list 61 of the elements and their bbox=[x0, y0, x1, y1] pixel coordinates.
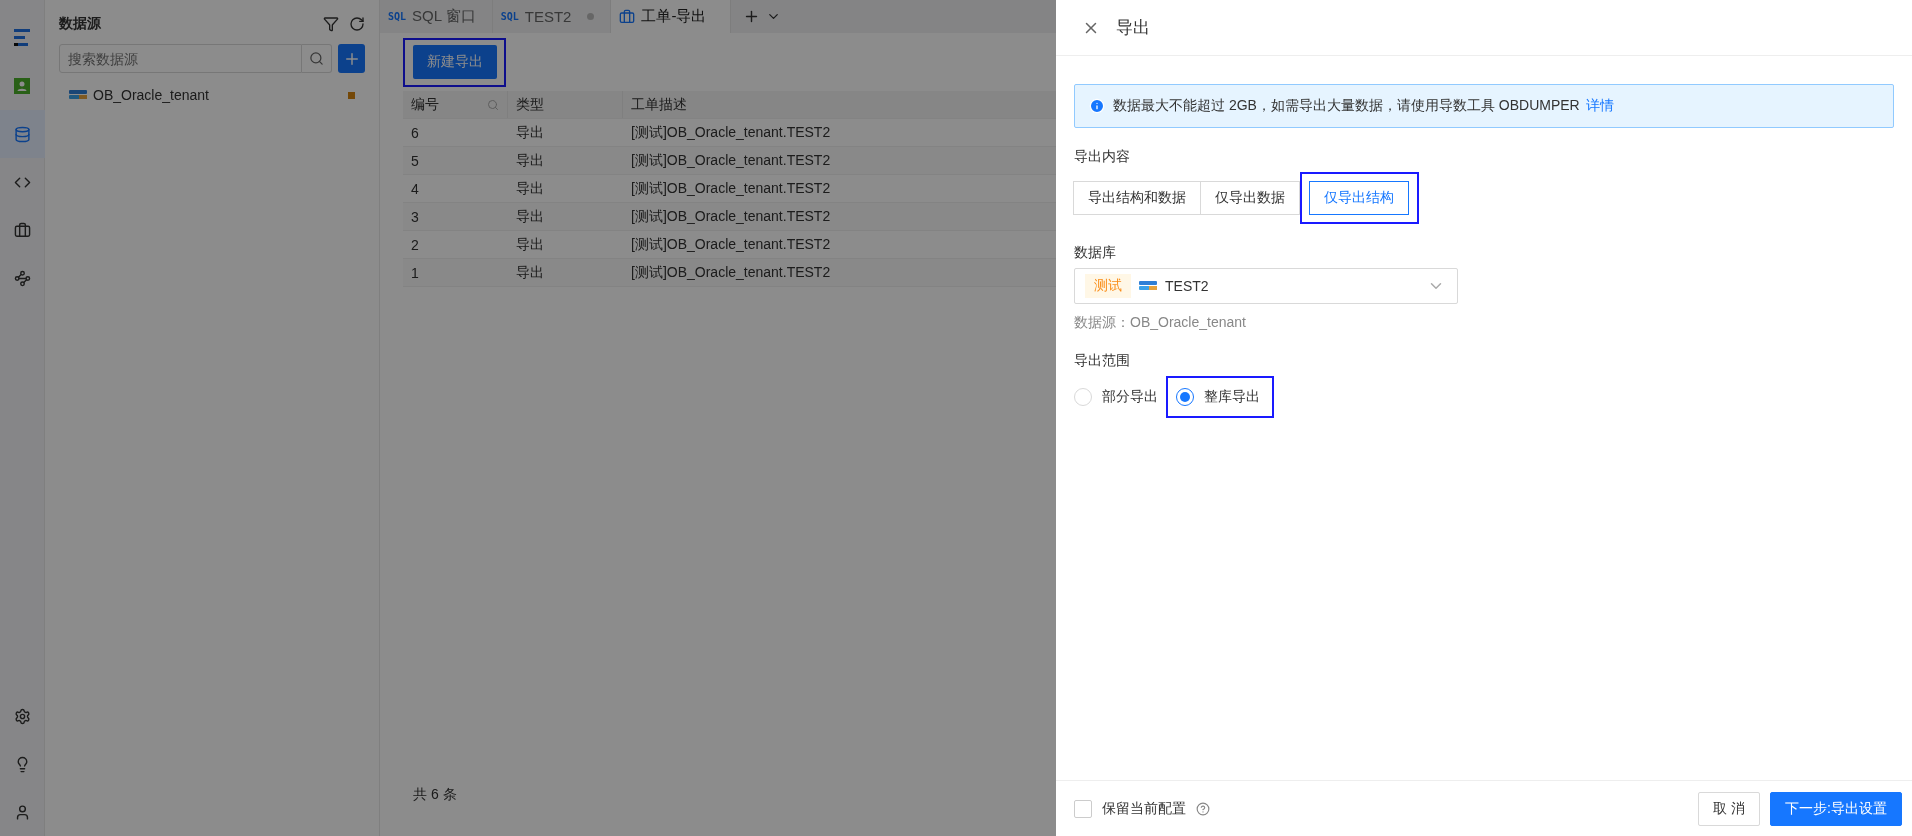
table-cell: 导出 bbox=[516, 123, 544, 142]
help-icon[interactable] bbox=[1196, 801, 1210, 816]
filter-icon[interactable] bbox=[323, 16, 339, 32]
settings-icon[interactable] bbox=[13, 707, 31, 725]
drawer-title: 导出 bbox=[1116, 17, 1150, 39]
cancel-button[interactable]: 取 消 bbox=[1698, 791, 1761, 826]
database-icon[interactable] bbox=[13, 125, 31, 143]
details-link[interactable]: 详情 bbox=[1585, 97, 1614, 113]
table-cell: 1 bbox=[411, 264, 419, 281]
table-cell: [测试]OB_Oracle_tenant.TEST2 bbox=[631, 235, 831, 254]
new-export-button[interactable]: 新建导出 bbox=[413, 45, 497, 79]
network-icon[interactable] bbox=[13, 269, 31, 287]
data-source-hint: 数据源：OB_Oracle_tenant bbox=[1074, 314, 1246, 332]
refresh-icon[interactable] bbox=[349, 16, 365, 32]
table-cell: 4 bbox=[411, 180, 419, 197]
table-cell: 2 bbox=[411, 236, 419, 253]
field-label: 导出范围 bbox=[1074, 352, 1130, 370]
segment-option[interactable]: 导出结构和数据 bbox=[1073, 181, 1201, 215]
column-header: 编号 bbox=[411, 95, 439, 114]
checkbox-label: 保留当前配置 bbox=[1102, 799, 1186, 818]
table-cell: 3 bbox=[411, 208, 419, 225]
next-button[interactable]: 下一步:导出设置 bbox=[1770, 791, 1902, 826]
table-cell: 5 bbox=[411, 152, 419, 169]
sidebar-title: 数据源 bbox=[59, 15, 101, 33]
table-cell: 6 bbox=[411, 124, 419, 141]
segment-option[interactable]: 仅导出数据 bbox=[1200, 181, 1300, 215]
tree-item[interactable]: OB_Oracle_tenant bbox=[93, 87, 342, 103]
table-cell: 导出 bbox=[516, 263, 544, 282]
checkbox[interactable] bbox=[1074, 799, 1092, 818]
briefcase-icon bbox=[619, 8, 636, 25]
table-cell: 导出 bbox=[516, 151, 544, 170]
database-icon bbox=[1139, 280, 1157, 292]
info-icon bbox=[1089, 98, 1105, 114]
table-cell: 导出 bbox=[516, 179, 544, 198]
table-cell: [测试]OB_Oracle_tenant.TEST2 bbox=[631, 207, 831, 226]
logo-icon bbox=[14, 29, 30, 47]
database-select[interactable]: 测试 TEST2 bbox=[1074, 268, 1458, 304]
radio-option[interactable]: 整库导出 bbox=[1176, 388, 1260, 406]
search-icon bbox=[309, 51, 324, 66]
table-cell: 导出 bbox=[516, 207, 544, 226]
total-count: 共 6 条 bbox=[412, 786, 458, 804]
briefcase-icon[interactable] bbox=[13, 221, 31, 239]
database-icon bbox=[69, 89, 87, 101]
segment-option[interactable]: 仅导出结构 bbox=[1309, 181, 1409, 215]
tab[interactable]: 工单-导出 bbox=[611, 0, 732, 33]
column-header: 工单描述 bbox=[631, 95, 687, 114]
column-header: 类型 bbox=[516, 95, 544, 114]
table-cell: [测试]OB_Oracle_tenant.TEST2 bbox=[631, 123, 831, 142]
radio-option[interactable]: 部分导出 bbox=[1074, 388, 1158, 406]
alert-text: 数据最大不能超过 2GB，如需导出大量数据，请使用导数工具 OBDUMPER 详情 bbox=[1113, 97, 1614, 115]
search-field[interactable]: 搜索数据源 bbox=[59, 44, 302, 73]
table-cell: [测试]OB_Oracle_tenant.TEST2 bbox=[631, 263, 831, 282]
search-button[interactable] bbox=[302, 44, 332, 73]
avatar-icon bbox=[14, 78, 30, 94]
table-cell: 导出 bbox=[516, 235, 544, 254]
tab[interactable]: SQL SQL 窗口 bbox=[380, 0, 493, 33]
table-cell: [测试]OB_Oracle_tenant.TEST2 bbox=[631, 151, 831, 170]
field-label: 导出内容 bbox=[1074, 148, 1130, 166]
table-cell: [测试]OB_Oracle_tenant.TEST2 bbox=[631, 179, 831, 198]
field-label: 数据库 bbox=[1074, 244, 1116, 262]
env-tag: 测试 bbox=[1085, 274, 1131, 298]
